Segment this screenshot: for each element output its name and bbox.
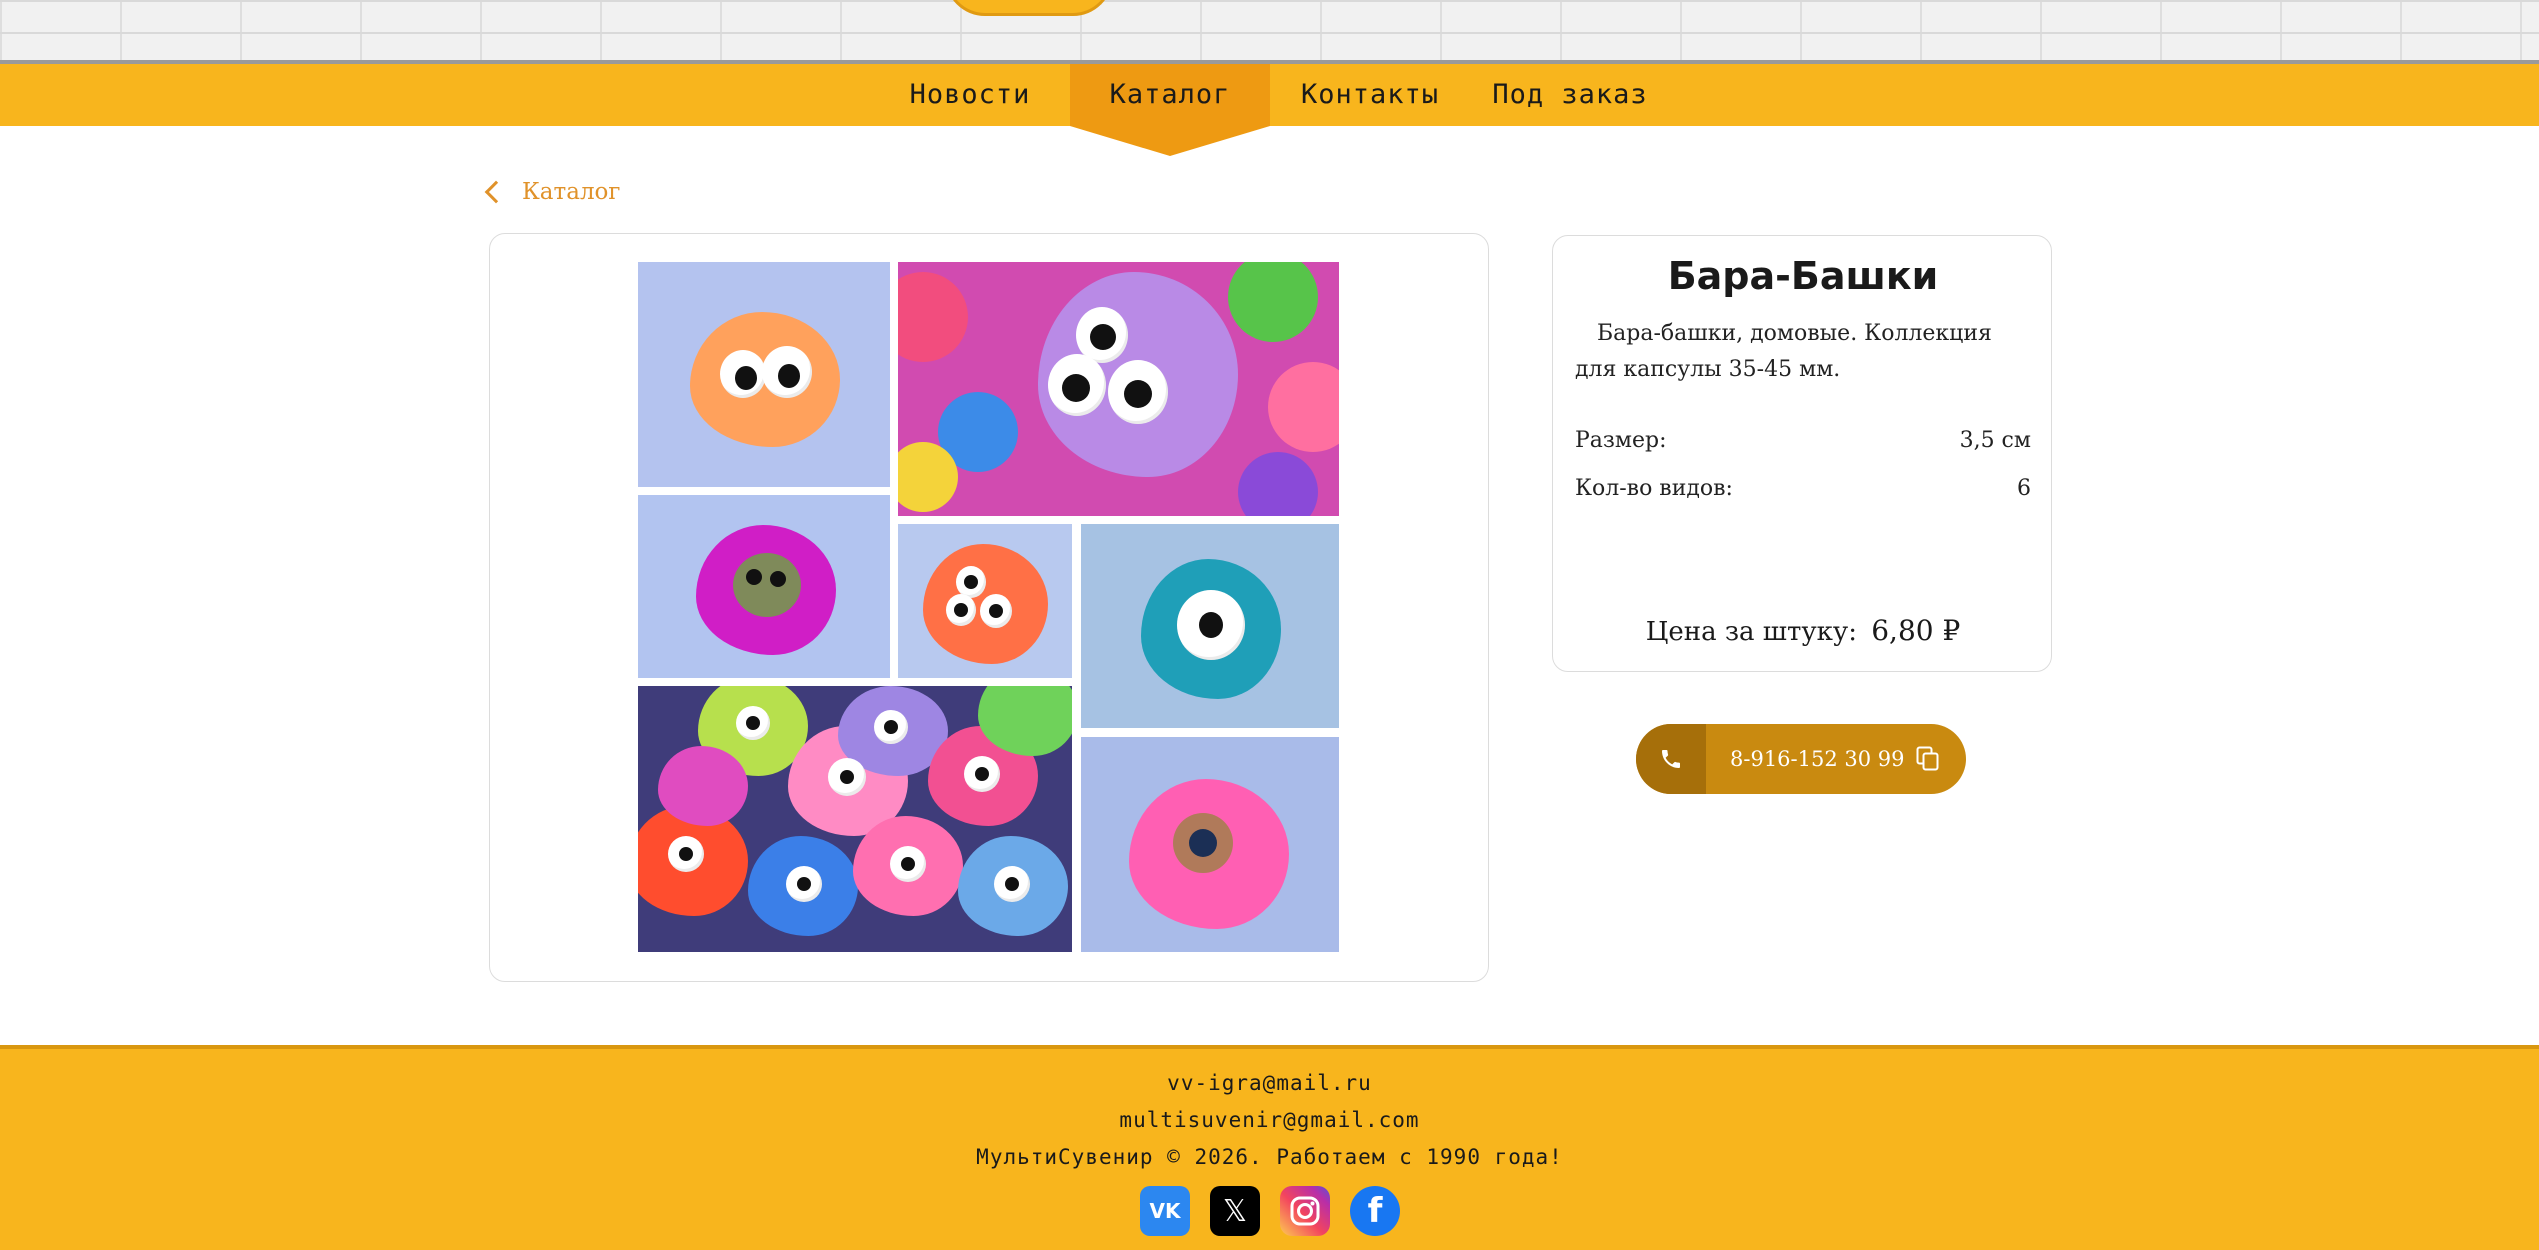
creature-pupil: [1189, 829, 1217, 857]
price-row: Цена за штуку: 6,80 ₽: [1553, 614, 2053, 647]
creature-pupil: [1062, 374, 1090, 402]
creature-pupil: [679, 847, 693, 861]
creature-pupil: [735, 366, 757, 390]
creature-pupil: [840, 770, 854, 784]
nav-item-news[interactable]: Новости: [900, 64, 1040, 126]
social-links: VK 𝕏 f: [1140, 1186, 1400, 1236]
footer-email-2[interactable]: multisuvenir@gmail.com: [0, 1108, 2539, 1132]
gallery-photo-creature-pile[interactable]: [638, 686, 1072, 952]
breadcrumb-back-link[interactable]: Каталог: [480, 175, 620, 209]
spec-label: Размер:: [1575, 428, 1667, 453]
bg-toy: [898, 272, 968, 362]
copy-icon[interactable]: [1916, 746, 1940, 772]
price-label: Цена за штуку:: [1645, 617, 1857, 647]
vk-icon[interactable]: VK: [1140, 1186, 1190, 1236]
creature-pupil: [964, 575, 978, 589]
spec-value: 3,5 см: [1959, 428, 2031, 453]
footer-copyright: МультиСувенир © 2026. Работаем с 1990 го…: [976, 1145, 1563, 1169]
phone-icon: [1636, 724, 1706, 794]
creature-eye-glitter: [733, 553, 801, 617]
price-value: 6,80 ₽: [1871, 614, 1961, 647]
breadcrumb-label: Каталог: [522, 179, 621, 205]
gallery-photo-teal-creature[interactable]: [1081, 524, 1339, 728]
spec-value: 6: [2017, 476, 2031, 501]
creature-pupil: [901, 857, 915, 871]
product-info-card: Бара-Башки Бара-башки, домовые. Коллекци…: [1552, 235, 2052, 672]
nav-item-catalog[interactable]: Каталог: [1070, 64, 1270, 156]
chevron-left-icon: [484, 180, 508, 204]
creature-pupil: [954, 603, 968, 617]
gallery-photo-orange-creature[interactable]: [638, 262, 890, 487]
phone-number: 8-916-152 30 99: [1730, 747, 1905, 771]
x-icon[interactable]: 𝕏: [1210, 1186, 1260, 1236]
footer-email-1[interactable]: vv-igra@mail.ru: [0, 1071, 2539, 1095]
creature-pupil: [975, 767, 989, 781]
nav-item-custom-order[interactable]: Под заказ: [1490, 64, 1650, 126]
creature-body: [658, 746, 748, 826]
creature-pupil: [797, 877, 811, 891]
main-nav: Новости Каталог Контакты Под заказ: [0, 64, 2539, 156]
product-description: Бара-башки, домовые. Коллекция для капсу…: [1575, 321, 1992, 382]
gallery-photo-magenta-creature[interactable]: [638, 495, 890, 678]
creature-pupil: [1090, 324, 1116, 350]
spec-row-kinds-count: Кол-во видов: 6: [1575, 476, 2031, 501]
spec-row-size: Размер: 3,5 см: [1575, 428, 2031, 453]
spec-label: Кол-во видов:: [1575, 476, 1733, 501]
creature-pupil: [770, 571, 786, 587]
bg-toy: [1228, 262, 1318, 342]
creature-pupil: [989, 604, 1003, 618]
bg-toy: [1238, 452, 1318, 516]
creature-pupil: [746, 569, 762, 585]
nav-item-contacts[interactable]: Контакты: [1290, 64, 1450, 126]
creature-pupil: [884, 720, 898, 734]
header-brick-background: [0, 0, 2539, 64]
phone-contact-button[interactable]: 8-916-152 30 99: [1636, 724, 1966, 794]
gallery-photo-purple-creature[interactable]: [898, 262, 1339, 516]
creature-pupil: [746, 716, 760, 730]
creature-pupil: [1124, 380, 1152, 408]
product-title: Бара-Башки: [1667, 254, 1939, 298]
facebook-icon[interactable]: f: [1350, 1186, 1400, 1236]
creature-pupil: [1199, 612, 1223, 638]
creature-pupil: [1005, 877, 1019, 891]
gallery-photo-coral-creature[interactable]: [898, 524, 1072, 678]
instagram-icon[interactable]: [1280, 1186, 1330, 1236]
site-logo[interactable]: [945, 0, 1113, 16]
creature-pupil: [778, 364, 800, 388]
gallery-photo-pink-creature[interactable]: [1081, 737, 1339, 952]
bg-toy: [1268, 362, 1339, 452]
site-footer: vv-igra@mail.ru multisuvenir@gmail.com М…: [0, 1045, 2539, 1250]
